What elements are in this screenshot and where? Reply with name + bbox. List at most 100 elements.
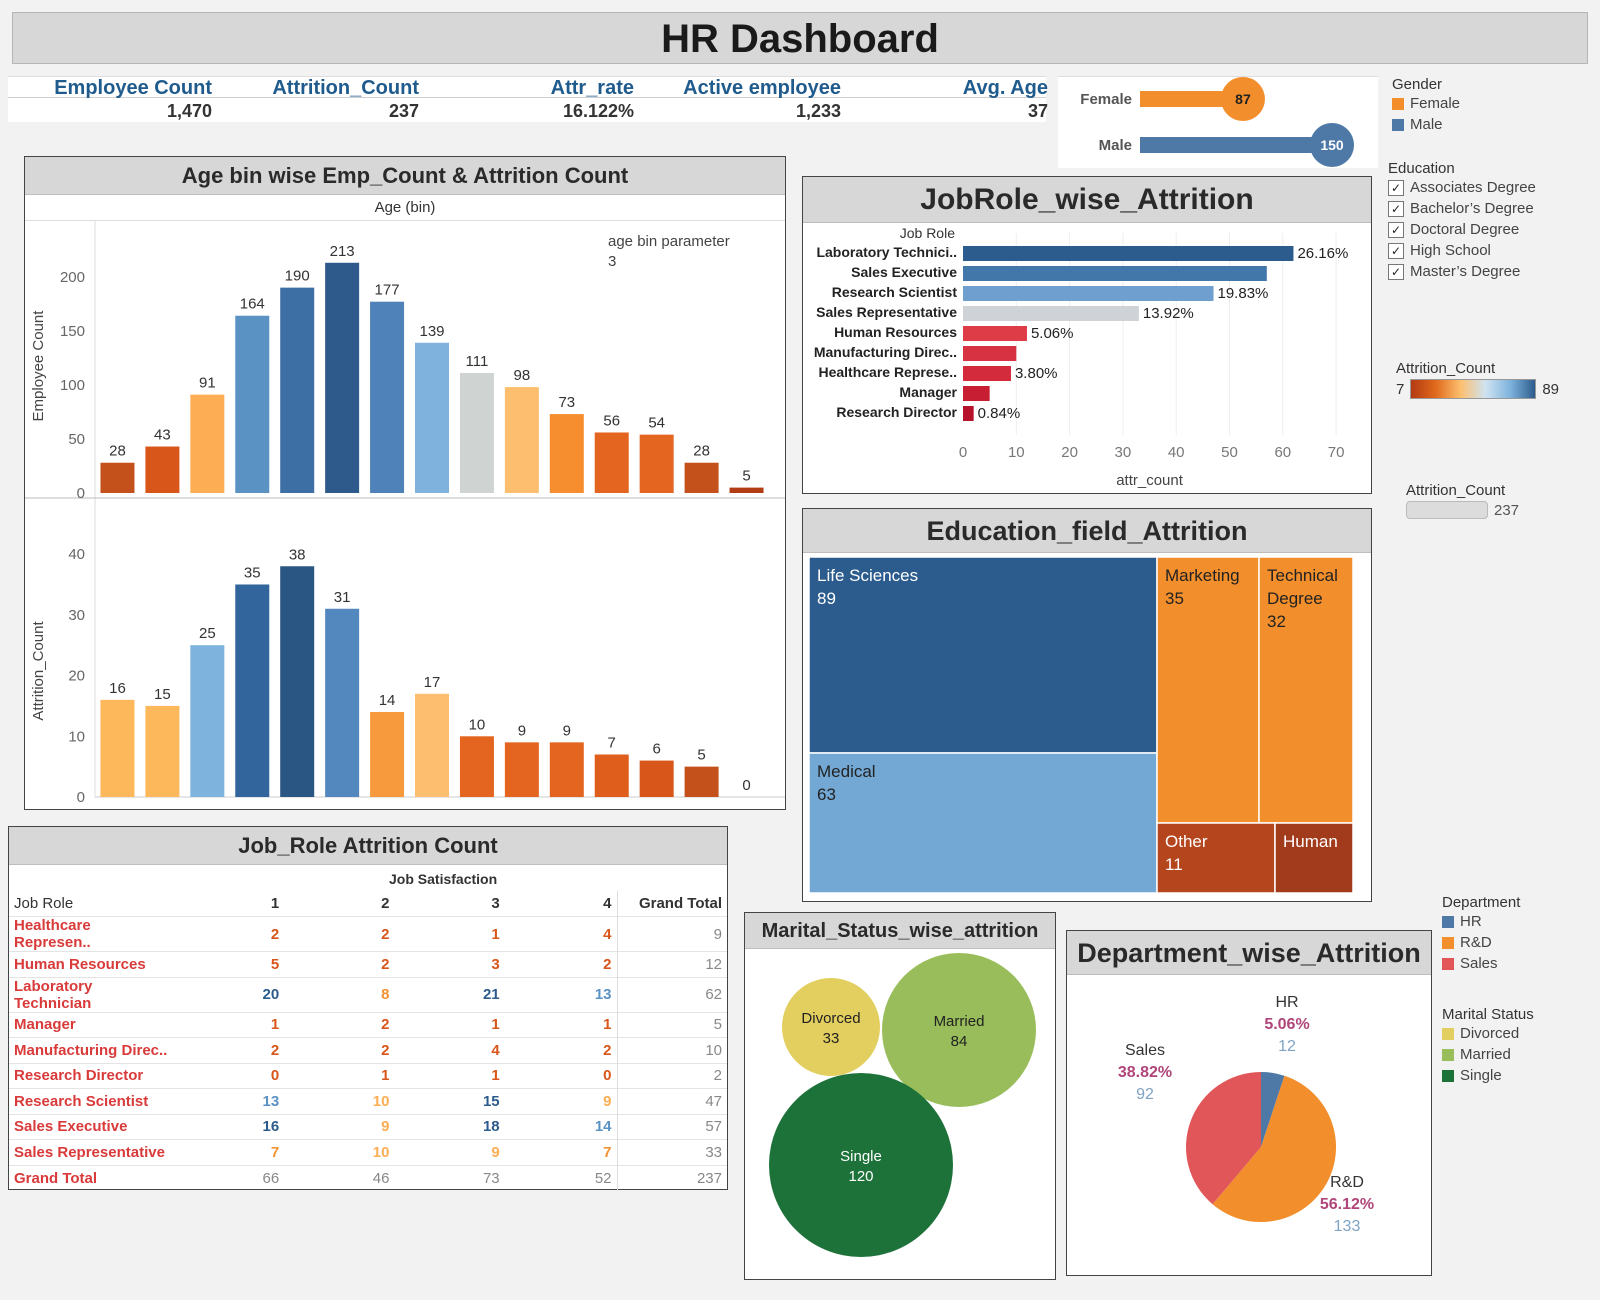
table-header-row: Job Role 1 2 3 4 Grand Total: [9, 891, 727, 917]
marital-value: 33: [823, 1030, 840, 1047]
attr-data-label: 31: [334, 589, 351, 606]
education-option-masters[interactable]: ✓ Master’s Degree: [1388, 261, 1593, 282]
treemap-label: Degree: [1267, 589, 1323, 608]
marital-legend: Marital Status Divorced Married Single: [1442, 1006, 1592, 1086]
table-cell: 14: [594, 1118, 612, 1136]
emp-bar: [280, 287, 315, 493]
emp-bar: [145, 446, 180, 493]
kpi-employee-count-label: Employee Count: [54, 77, 212, 99]
attr-data-label: 38: [289, 546, 306, 563]
emp-y-tick: 50: [68, 431, 85, 448]
age-x-tick: 39: [424, 806, 441, 809]
attr-bar: [549, 742, 584, 797]
table-cell: 13: [262, 1092, 280, 1110]
jobrole-category-label: Research Director: [836, 404, 957, 420]
emp-bar: [325, 262, 360, 493]
table-cell: 15: [482, 1092, 500, 1110]
age-x-tick: 48: [558, 806, 575, 809]
attr-data-label: 17: [424, 674, 441, 691]
age-x-tick: 42: [469, 806, 486, 809]
jobrole-category-label: Manufacturing Direc..: [814, 344, 957, 360]
education-option-associates[interactable]: ✓ Associates Degree: [1388, 177, 1593, 198]
jobrole-x-tick: 0: [959, 444, 967, 461]
table-cell: 10: [372, 1092, 390, 1110]
jobrole-category-label: Sales Representative: [816, 304, 957, 320]
pie-value: 133: [1334, 1218, 1361, 1235]
dashboard-title: HR Dashboard: [12, 12, 1588, 64]
education-option-bachelors[interactable]: ✓ Bachelor’s Degree: [1388, 198, 1593, 219]
table-row: Grand Total 66 46 73 52 237: [9, 1165, 727, 1191]
emp-y-tick: 100: [60, 377, 85, 394]
pie-value: 92: [1136, 1086, 1154, 1103]
treemap-cell: [808, 556, 1158, 754]
emp-bar: [459, 373, 494, 493]
legend-male[interactable]: Male: [1392, 114, 1592, 135]
education-option-doctoral[interactable]: ✓ Doctoral Degree: [1388, 219, 1593, 240]
married-swatch: [1442, 1048, 1454, 1061]
attr-data-label: 14: [379, 692, 396, 709]
age-bin-panel: Age bin wise Emp_Count & Attrition Count…: [24, 156, 786, 823]
education-option-label: Bachelor’s Degree: [1410, 200, 1534, 217]
job-role-table: Job Role 1 2 3 4 Grand Total Healthcare Repres…: [9, 891, 727, 1191]
education-treemap: Life Sciences 89 Medical 63 Marketing 35 Techn…: [808, 556, 1354, 894]
table-cell: 20: [262, 986, 280, 1003]
emp-bar: [684, 462, 719, 493]
legend-single[interactable]: Single: [1442, 1065, 1592, 1086]
jobrole-bar: [963, 266, 1267, 281]
emp-y-tick: 200: [60, 269, 85, 286]
attr-bar: [370, 711, 405, 797]
table-cell: 13: [594, 986, 612, 1003]
table-cell: 4: [603, 925, 612, 943]
education-option-high-school[interactable]: ✓ High School: [1388, 240, 1593, 261]
jobrole-bar: [963, 326, 1027, 341]
checkbox-icon[interactable]: ✓: [1388, 263, 1404, 280]
kpi-attr-rate: Attr_rate 16.122%: [428, 77, 634, 123]
age-x-tick: 18: [109, 806, 126, 809]
checkbox-icon[interactable]: ✓: [1388, 200, 1404, 217]
job-satisfaction-header: Job Satisfaction: [389, 871, 498, 887]
legend-hr[interactable]: HR: [1442, 911, 1592, 932]
attr-y-tick: 10: [68, 728, 85, 745]
emp-bar: [100, 462, 135, 493]
treemap-value: 32: [1267, 612, 1286, 631]
department-legend-title: Department: [1442, 894, 1521, 911]
emp-data-label: 5: [742, 468, 750, 485]
jobrole-category-label: Laboratory Technici..: [816, 244, 957, 260]
attr-bar: [639, 760, 674, 797]
table-cell: 2: [616, 1063, 727, 1089]
kpi-strip: Employee Count 1,470 Attrition_Count 237…: [8, 76, 1048, 123]
checkbox-icon[interactable]: ✓: [1388, 221, 1404, 238]
checkbox-icon[interactable]: ✓: [1388, 242, 1404, 259]
jobrole-bar: [963, 406, 974, 421]
gender-chart-panel: Female 87 Male 150: [1058, 76, 1378, 168]
age-x-tick: 36: [379, 806, 396, 809]
attr-data-label: 35: [244, 564, 261, 581]
legend-female[interactable]: Female: [1392, 93, 1592, 114]
attr-bar: [280, 566, 315, 797]
kpi-avg-age-value: 37: [1027, 101, 1048, 121]
legend-divorced[interactable]: Divorced: [1442, 1023, 1592, 1044]
legend-rnd[interactable]: R&D: [1442, 932, 1592, 953]
table-header-cell: 3: [491, 895, 500, 912]
kpi-employee-count-value: 1,470: [166, 101, 212, 121]
table-cell-role: Research Scientist: [14, 1092, 149, 1110]
jobrole-category-label: Healthcare Represe..: [818, 364, 957, 380]
table-cell: 5: [270, 955, 280, 973]
emp-data-label: 111: [466, 353, 489, 370]
jobrole-x-tick: 20: [1061, 444, 1078, 461]
legend-married[interactable]: Married: [1442, 1044, 1592, 1065]
jobrole-category-label: Research Scientist: [832, 284, 958, 300]
table-row: Manufacturing Direc.. 2 2 4 2 10: [9, 1037, 727, 1063]
jobrole-x-tick: 40: [1168, 444, 1185, 461]
legend-sales[interactable]: Sales: [1442, 953, 1592, 974]
table-cell-role: Sales Representative: [14, 1143, 165, 1161]
jobrole-bar: [963, 346, 1017, 361]
education-field-panel: Education_field_Attrition Life Sciences 8…: [802, 508, 1372, 902]
education-option-label: High School: [1410, 242, 1491, 259]
age-bin-parameter-value[interactable]: 3: [608, 253, 616, 270]
size-bar: [1406, 501, 1488, 519]
emp-data-label: 139: [419, 323, 444, 340]
attr-y-tick: 20: [68, 668, 85, 685]
checkbox-icon[interactable]: ✓: [1388, 179, 1404, 196]
attrition-size-legend: Attrition_Count 237: [1406, 482, 1586, 519]
